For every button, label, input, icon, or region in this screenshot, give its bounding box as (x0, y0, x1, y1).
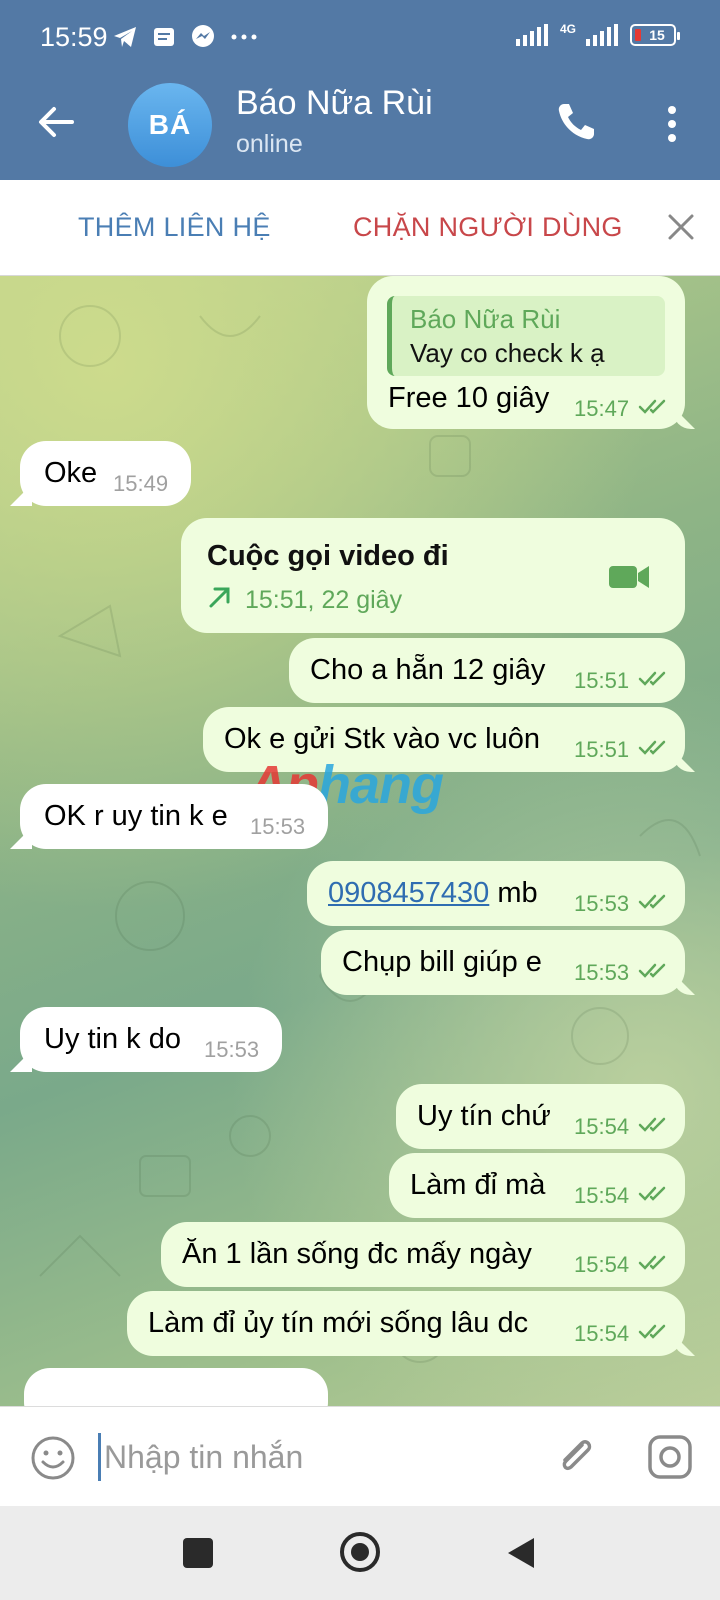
message-time: 15:53 (574, 891, 630, 916)
status-time: 15:59 (40, 22, 108, 52)
message-time: 15:53 (250, 814, 306, 839)
add-contact-button[interactable]: THÊM LIÊN HỆ (78, 212, 271, 243)
message-text: Làm đỉ mà (410, 1169, 546, 1201)
avatar[interactable]: BÁ (128, 83, 212, 167)
reply-text: Vay co check k ạ (410, 338, 605, 368)
message-time: 15:47 (574, 396, 630, 421)
read-checkmarks-icon (638, 399, 666, 414)
read-checkmarks-icon (638, 1255, 666, 1270)
message-bubble-outgoing[interactable]: Làm đỉ mà 15:54 (389, 1153, 685, 1218)
message-bubble-outgoing[interactable]: 0908457430 mb 15:53 (307, 861, 685, 926)
message-icon (154, 28, 174, 46)
outgoing-call-arrow-icon (209, 587, 230, 608)
message-text: Oke (44, 457, 98, 489)
message-time: 15:54 (574, 1114, 630, 1139)
chat-messages-area[interactable]: Báo Nữa Rùi Vay co check k ạ Free 10 giâ… (0, 276, 720, 1406)
message-text: Free 10 giây (388, 382, 550, 414)
read-checkmarks-icon (638, 963, 666, 978)
emoji-icon[interactable] (30, 1435, 76, 1481)
message-text: Chụp bill giúp e (342, 946, 542, 978)
message-time: 15:53 (574, 960, 630, 985)
text-cursor (98, 1433, 101, 1481)
more-dots-icon (231, 34, 257, 40)
contact-status: online (236, 130, 303, 158)
chat-header: BÁ Báo Nữa Rùi online (0, 78, 720, 180)
battery-level: 15 (649, 27, 665, 43)
messenger-icon (192, 25, 214, 47)
message-bubble-outgoing[interactable]: Chụp bill giúp e 15:53 (321, 930, 695, 995)
message-bubble-outgoing[interactable]: Ăn 1 lần sống đc mấy ngày 15:54 (161, 1222, 685, 1287)
system-navigation-bar (0, 1506, 720, 1600)
call-title: Cuộc gọi video đi (207, 540, 449, 572)
message-suffix: mb (489, 877, 538, 909)
avatar-initials: BÁ (148, 109, 192, 140)
network-type: 4G (559, 22, 576, 36)
read-checkmarks-icon (638, 1324, 666, 1339)
message-time: 15:51 (574, 737, 630, 762)
status-system-icons: 4G 15 (515, 22, 680, 46)
instant-camera-icon[interactable] (646, 1433, 694, 1481)
phone-number-link[interactable]: 0908457430 (328, 877, 489, 909)
block-user-button[interactable]: CHẶN NGƯỜI DÙNG (353, 212, 623, 243)
telegram-icon (114, 27, 136, 47)
message-time: 15:51 (574, 668, 630, 693)
contact-action-bar: THÊM LIÊN HỆ CHẶN NGƯỜI DÙNG (0, 180, 720, 276)
message-text: Cho a hẵn 12 giây (310, 654, 546, 686)
signal-icon (515, 24, 548, 46)
status-bar: 15:59 4G 15 (0, 0, 720, 78)
battery-icon: 15 (630, 24, 680, 46)
back-arrow-icon[interactable] (36, 102, 76, 142)
back-triangle-icon[interactable] (506, 1536, 536, 1570)
read-checkmarks-icon (638, 740, 666, 755)
message-bubble-outgoing[interactable]: Cho a hẵn 12 giây 15:51 (289, 638, 685, 703)
message-text: Uy tin k do (44, 1023, 181, 1055)
recent-apps-button[interactable] (183, 1538, 213, 1568)
message-bubble-outgoing[interactable]: Uy tín chứ 15:54 (396, 1084, 685, 1149)
call-detail: 15:51, 22 giây (245, 586, 403, 614)
contact-name[interactable]: Báo Nữa Rùi (236, 84, 433, 123)
message-text: Làm đỉ ủy tín mới sống lâu dc (148, 1307, 529, 1339)
close-icon[interactable] (666, 212, 696, 242)
message-time: 15:53 (204, 1037, 260, 1062)
message-bubble-outgoing[interactable]: Báo Nữa Rùi Vay co check k ạ Free 10 giâ… (367, 276, 695, 429)
message-text: 0908457430 mb (328, 877, 538, 910)
message-time: 15:49 (113, 471, 169, 496)
message-time: 15:54 (574, 1252, 630, 1277)
read-checkmarks-icon (638, 671, 666, 686)
message-text: OK r uy tin k e (44, 800, 228, 832)
status-notification-icons (112, 24, 258, 50)
video-call-message[interactable]: Cuộc gọi video đi 15:51, 22 giây (181, 518, 685, 633)
message-text: Uy tín chứ (417, 1100, 551, 1132)
read-checkmarks-icon (638, 1186, 666, 1201)
video-camera-icon[interactable] (607, 562, 651, 592)
message-time: 15:54 (574, 1183, 630, 1208)
home-button[interactable] (340, 1532, 380, 1572)
message-bubble-outgoing[interactable]: Làm đỉ ủy tín mới sống lâu dc 15:54 (127, 1291, 695, 1356)
message-input[interactable]: Nhập tin nhắn (104, 1439, 303, 1476)
more-options-icon[interactable] (662, 102, 682, 146)
signal-icon-2 (586, 24, 618, 46)
reply-author: Báo Nữa Rùi (410, 304, 561, 334)
message-text: Ok e gửi Stk vào vc luôn (224, 723, 540, 755)
message-text: Ăn 1 lần sống đc mấy ngày (182, 1238, 532, 1270)
attach-paperclip-icon[interactable] (552, 1433, 600, 1481)
message-bubble-incoming[interactable]: Oke 15:49 (10, 441, 191, 506)
message-bubble-incoming-partial[interactable] (24, 1368, 328, 1406)
read-checkmarks-icon (638, 1117, 666, 1132)
message-input-bar: Nhập tin nhắn (0, 1406, 720, 1506)
message-bubble-incoming[interactable]: Uy tin k do 15:53 (10, 1007, 282, 1072)
reply-quote[interactable]: Báo Nữa Rùi Vay co check k ạ (387, 296, 665, 376)
message-time: 15:54 (574, 1321, 630, 1346)
message-bubble-incoming[interactable]: OK r uy tin k e 15:53 (10, 784, 328, 849)
phone-call-icon[interactable] (554, 100, 598, 144)
read-checkmarks-icon (638, 894, 666, 909)
